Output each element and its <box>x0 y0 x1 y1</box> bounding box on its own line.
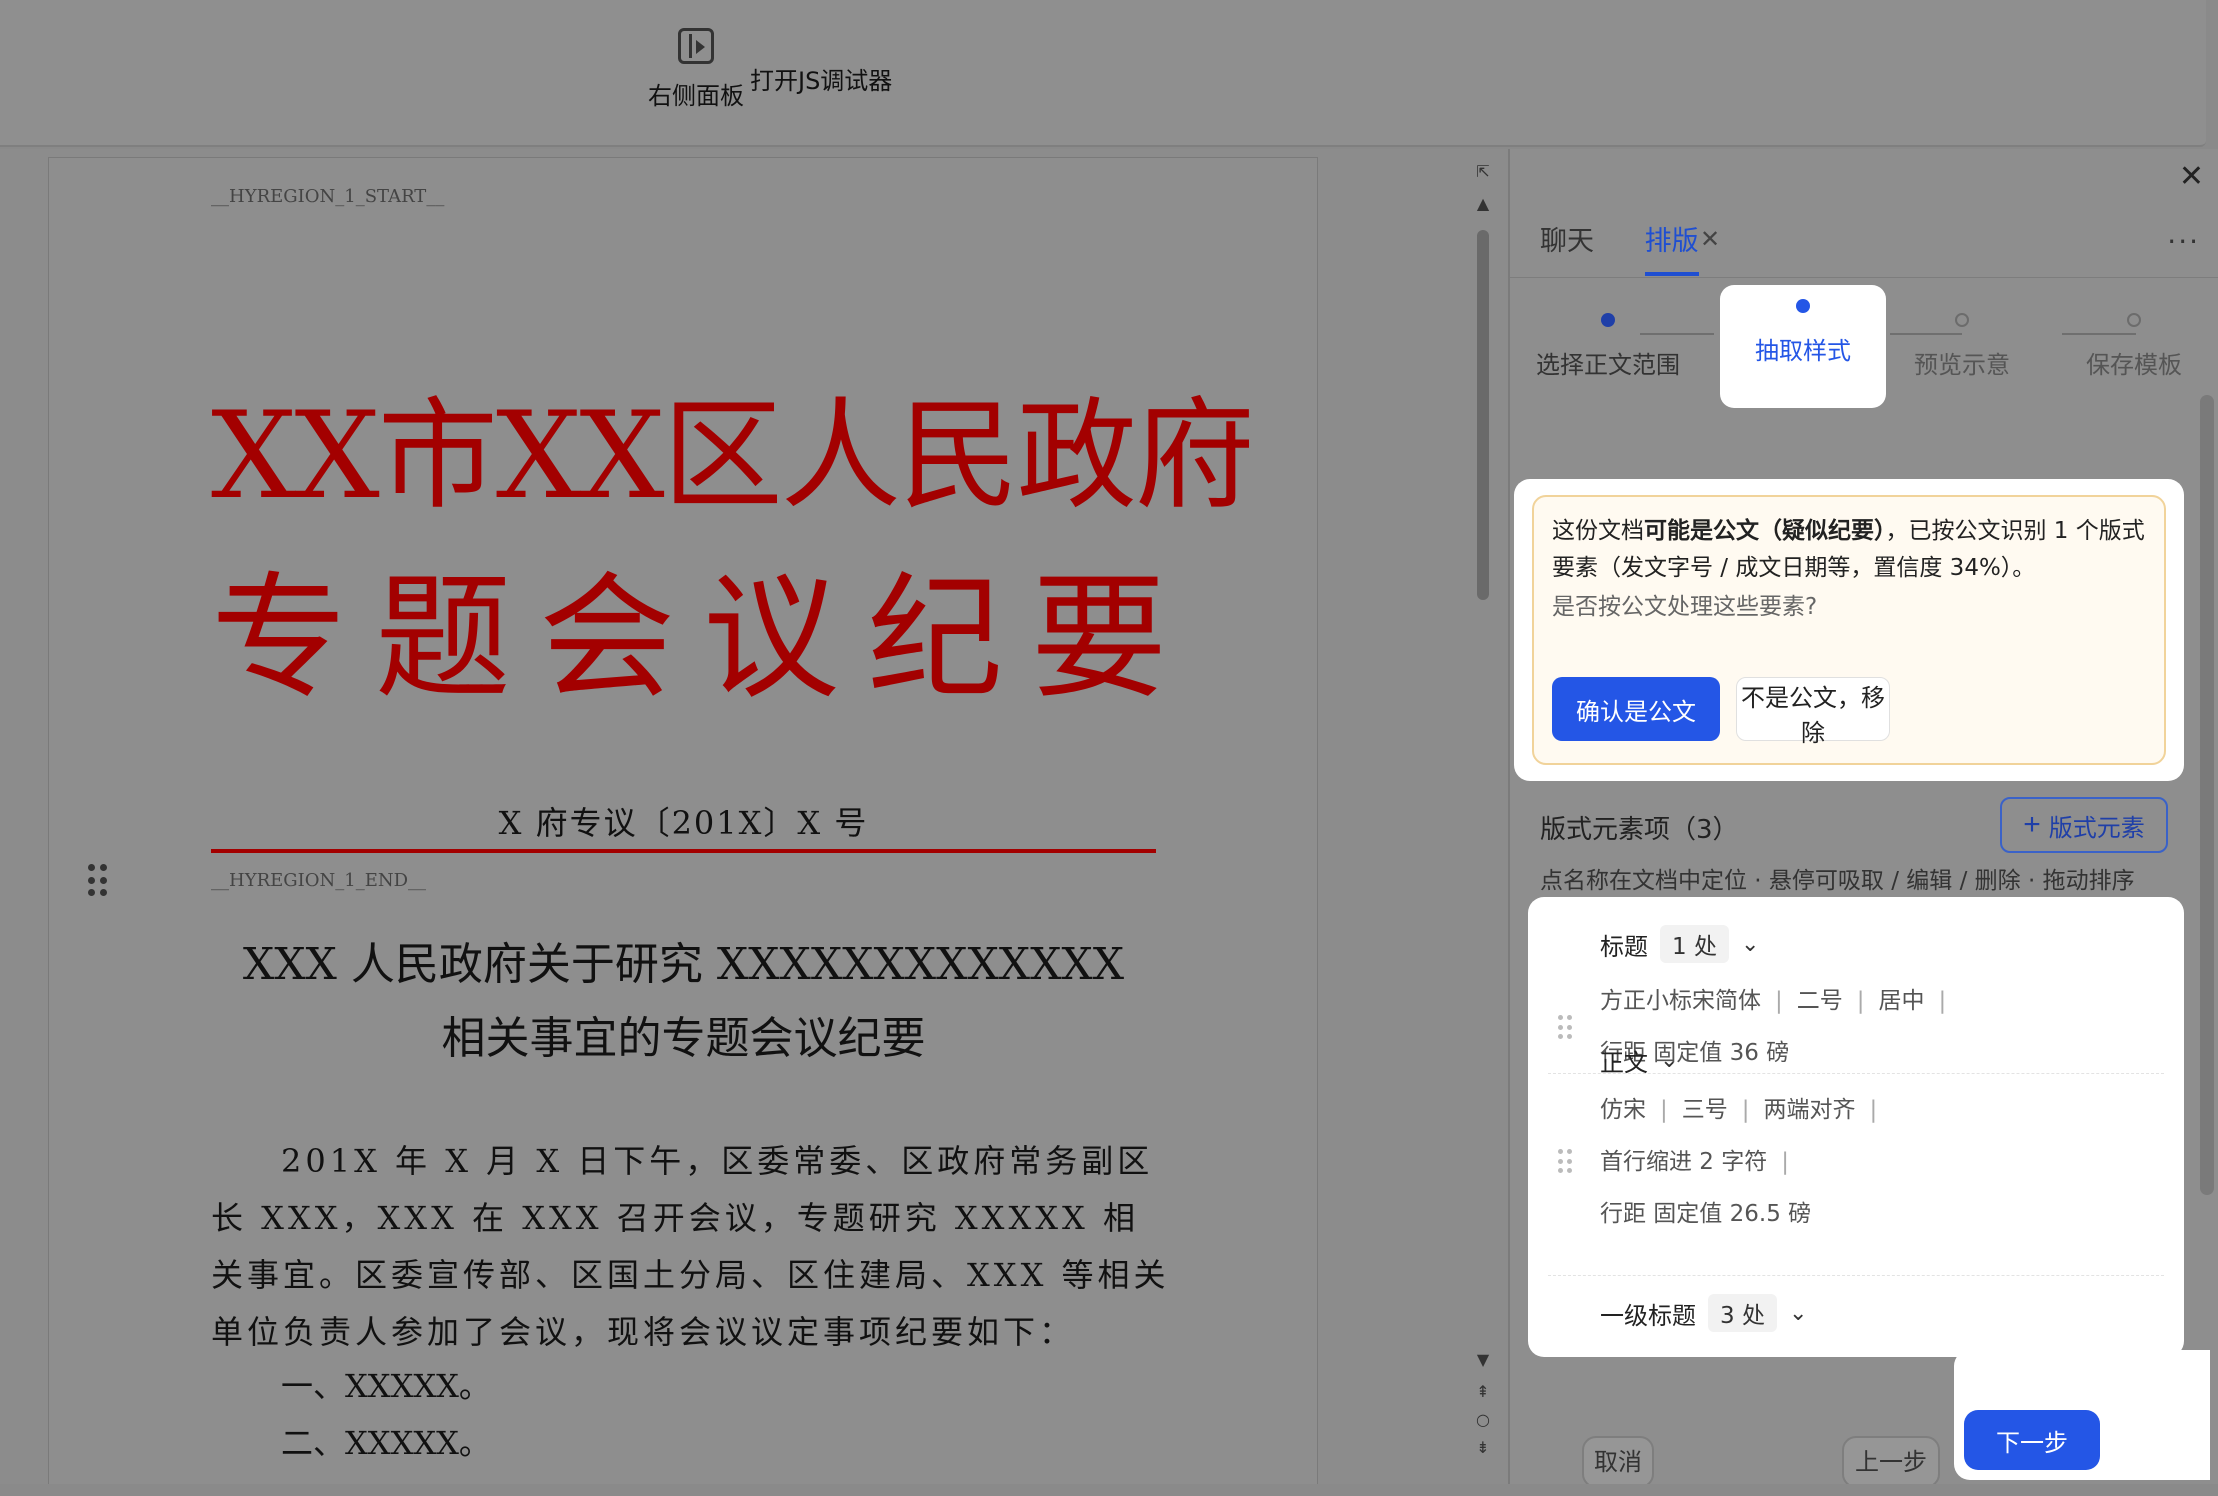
document-area: __HYREGION_1_START__ XX市XX区人民政府 专题会议纪要 X… <box>0 149 1508 1496</box>
document-number: X 府专议〔201X〕X 号 <box>498 804 869 842</box>
next-step-highlight: 下一步 <box>1954 1350 2210 1480</box>
js-debugger-label: 打开JS调试器 <box>750 67 893 95</box>
step-dot <box>2127 313 2141 327</box>
tab-chat[interactable]: 聊天 <box>1540 219 1594 272</box>
confirm-official-doc-button[interactable]: 确认是公文 <box>1552 677 1720 741</box>
panel-toggle-icon <box>678 28 714 64</box>
body-item-2: 二、XXXXX。 <box>281 1424 491 1462</box>
scrollbar-thumb[interactable] <box>1477 230 1489 600</box>
official-doc-notice-card: 这份文档可能是公文（疑似纪要），已按公文识别 1 个版式要素（发文字号 / 成文… <box>1514 479 2184 781</box>
step-label: 抽取样式 <box>1755 337 1851 365</box>
step-extract-style[interactable]: 抽取样式 <box>1720 285 1886 408</box>
close-panel-icon[interactable]: ✕ <box>2179 159 2204 194</box>
element-style-line: 仿宋 | 三号 | 两端对齐 | <box>1600 1097 1878 1123</box>
red-header-line2: 专题会议纪要 <box>211 560 1195 718</box>
document-scrollbar[interactable]: ⇱ ▲ ▼ ⇞ ○ ⇟ <box>1470 160 1496 1470</box>
scroll-down-icon[interactable]: ▼ <box>1470 1350 1496 1369</box>
tab-layout[interactable]: 排版 <box>1644 219 1699 276</box>
step-dot <box>1796 299 1810 313</box>
step-select-range[interactable]: 选择正文范围 <box>1528 299 1688 380</box>
drag-handle-icon[interactable] <box>1558 1015 1572 1041</box>
element-name[interactable]: 一级标题 <box>1600 1296 1696 1331</box>
panel-scrollbar[interactable] <box>2200 395 2214 1195</box>
drag-handle-icon[interactable] <box>1558 1149 1572 1175</box>
drag-handle-icon[interactable] <box>88 864 108 898</box>
body-item-1: 一、XXXXX。 <box>281 1367 491 1405</box>
step-dot <box>1955 313 1969 327</box>
elements-list: 标题 1 处 ⌄ 方正小标宋简体 | 二号 | 居中 | 行距 固定值 36 磅 正文 ⌄ 仿宋… <box>1528 897 2184 1357</box>
element-name[interactable]: 正文 <box>1600 1043 1648 1078</box>
right-panel-label: 右侧面板 <box>648 82 744 110</box>
status-bar <box>0 1484 2218 1496</box>
prev-page-icon[interactable]: ⇞ <box>1470 1382 1496 1401</box>
elements-hint: 点名称在文档中定位 · 悬停可吸取 / 编辑 / 删除 · 拖动排序 <box>1540 868 2135 894</box>
region-start-marker: __HYREGION_1_START__ <box>211 186 445 207</box>
body-paragraph: 201X 年 X 月 X 日下午，区委常委、区政府常务副区长 XXX，XXX 在… <box>211 1142 1170 1351</box>
red-separator-line <box>211 849 1156 853</box>
heading-line2: 相关事宜的专题会议纪要 <box>441 1013 926 1064</box>
element-style-line: 方正小标宋简体 | 二号 | 居中 | <box>1600 988 1947 1014</box>
chevron-down-icon[interactable]: ⌄ <box>1660 1048 1678 1073</box>
next-step-button[interactable]: 下一步 <box>1964 1410 2100 1470</box>
region-end-marker: __HYREGION_1_END__ <box>211 870 427 891</box>
element-count-badge: 3 处 <box>1708 1294 1777 1332</box>
document-page[interactable]: __HYREGION_1_START__ XX市XX区人民政府 专题会议纪要 X… <box>48 157 1318 1496</box>
step-label: 选择正文范围 <box>1536 351 1680 379</box>
chevron-down-icon[interactable]: ⌄ <box>1741 932 1759 957</box>
not-official-doc-button[interactable]: 不是公文，移除 <box>1736 677 1890 747</box>
select-browse-icon[interactable]: ○ <box>1470 1410 1496 1429</box>
chevron-down-icon[interactable]: ⌄ <box>1789 1301 1807 1326</box>
item-divider <box>1548 1275 2164 1276</box>
step-label: 保存模板 <box>2086 351 2182 379</box>
heading-line1: XXX 人民政府关于研究 XXXXXXXXXXXXX <box>242 939 1125 990</box>
red-header-line1: XX市XX区人民政府 <box>211 387 1255 526</box>
add-element-button[interactable]: + 版式元素 <box>2000 797 2168 853</box>
step-preview[interactable]: 预览示意 <box>1882 299 2042 380</box>
scroll-up-icon[interactable]: ▲ <box>1470 194 1496 213</box>
element-spacing-line: 行距 固定值 26.5 磅 <box>1600 1201 1812 1227</box>
element-count-badge: 1 处 <box>1660 925 1729 963</box>
document-heading: XXX 人民政府关于研究 XXXXXXXXXXXXX 相关事宜的专题会议纪要 <box>211 928 1156 1076</box>
step-save-template[interactable]: 保存模板 <box>2054 299 2214 380</box>
notice-question: 是否按公文处理这些要素? <box>1552 594 1818 620</box>
more-options-icon[interactable]: ··· <box>2167 225 2200 258</box>
notice-box: 这份文档可能是公文（疑似纪要），已按公文识别 1 个版式要素（发文字号 / 成文… <box>1532 495 2166 765</box>
step-dot <box>1601 313 1615 327</box>
js-debugger-button[interactable]: 打开JS调试器 <box>750 61 892 96</box>
previous-step-button[interactable]: 上一步 <box>1842 1436 1940 1488</box>
list-item[interactable]: 一级标题 3 处 ⌄ <box>1528 1294 2184 1332</box>
elements-section-title: 版式元素项（3） <box>1540 815 1739 845</box>
top-toolbar: 右侧面板 打开JS调试器 <box>0 0 2206 147</box>
list-item[interactable]: 正文 ⌄ 仿宋 | 三号 | 两端对齐 | 首行缩进 2 字符 | 行距 固定值 26.5 磅 <box>1528 1043 2184 1228</box>
scroll-top-icon[interactable]: ⇱ <box>1470 162 1496 181</box>
next-page-icon[interactable]: ⇟ <box>1470 1438 1496 1457</box>
cancel-button[interactable]: 取消 <box>1582 1436 1654 1488</box>
step-label: 预览示意 <box>1914 351 2010 379</box>
right-panel: ✕ 聊天 排版 ✕ ··· 选择正文范围 抽取样式 预览示意 保存模板 这份文档… <box>1508 149 2218 1496</box>
tab-divider <box>1510 277 2218 278</box>
element-name[interactable]: 标题 <box>1600 927 1648 962</box>
right-panel-button[interactable]: 右侧面板 <box>648 28 744 111</box>
plus-icon: + <box>2023 808 2041 841</box>
tab-close-icon[interactable]: ✕ <box>1700 225 1720 253</box>
notice-text: 这份文档可能是公文（疑似纪要），已按公文识别 1 个版式要素（发文字号 / 成文… <box>1552 518 2145 581</box>
element-indent-line: 首行缩进 2 字符 | <box>1600 1149 1790 1175</box>
